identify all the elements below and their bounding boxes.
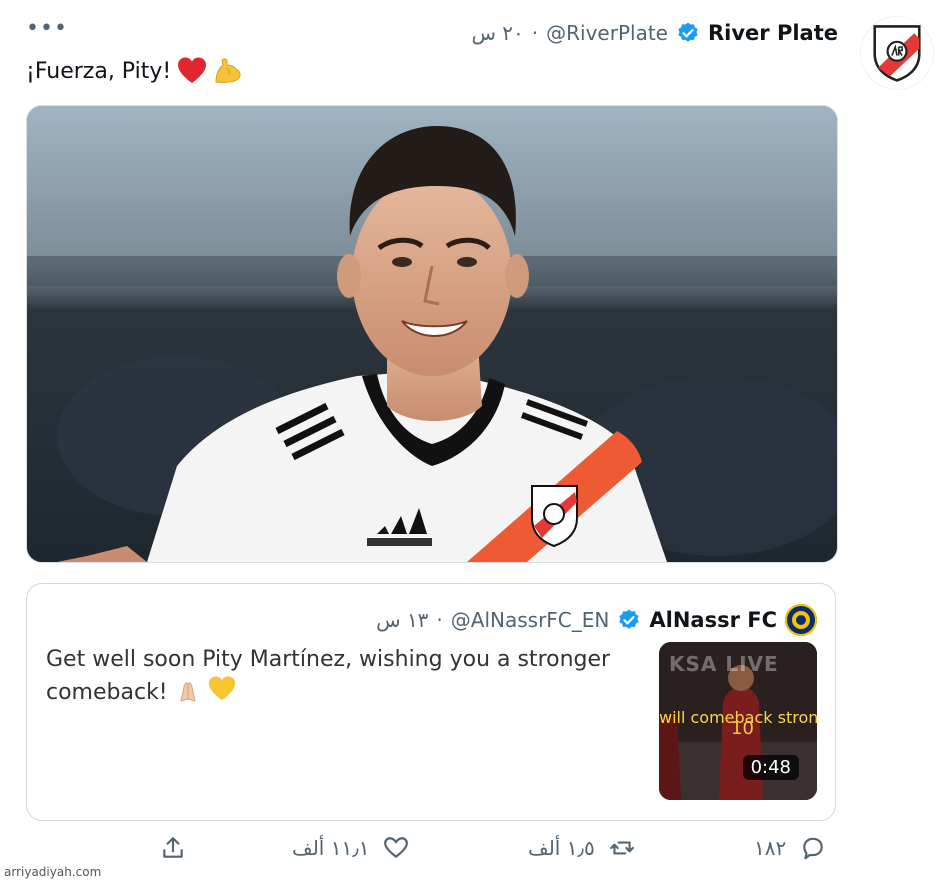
folded-hands-icon xyxy=(175,677,201,712)
alnassr-crest-icon xyxy=(785,604,817,636)
author-name[interactable]: River Plate xyxy=(708,21,838,45)
flexed-biceps-icon xyxy=(213,56,243,86)
yellow-heart-icon xyxy=(208,675,236,712)
reply-icon xyxy=(803,837,823,860)
quoted-author-name[interactable]: AlNassr FC xyxy=(649,608,777,632)
river-plate-avatar[interactable] xyxy=(860,16,934,90)
red-heart-icon xyxy=(177,56,207,86)
tweet-actions: ١١٫١ ألف ١٫٥ ألف ١٨٢ xyxy=(0,835,950,875)
player-photo xyxy=(27,106,837,562)
quoted-tweet[interactable]: ١٣ س · @AlNassrFC_EN AlNassr FC Get well… xyxy=(26,583,836,821)
tweet-time[interactable]: ٢٠ س xyxy=(472,21,524,45)
heart-icon xyxy=(384,837,409,859)
more-options-button[interactable]: ••• xyxy=(26,18,68,40)
quoted-text-content: Get well soon Pity Martínez, wishing you… xyxy=(46,647,611,705)
video-caption: will comeback stron xyxy=(659,708,817,727)
separator-dot: · xyxy=(436,608,443,632)
alnassr-avatar[interactable] xyxy=(785,604,817,636)
share-button[interactable] xyxy=(160,835,186,861)
separator-dot: · xyxy=(531,21,539,45)
tweet-text-content: ¡Fuerza, Pity! xyxy=(26,58,172,84)
share-icon xyxy=(163,837,183,858)
quoted-time[interactable]: ١٣ س xyxy=(376,608,428,632)
tweet-photo[interactable] xyxy=(26,105,838,563)
river-plate-crest-icon xyxy=(873,25,921,82)
retweet-count: ١٫٥ ألف xyxy=(528,836,595,860)
quoted-author-handle[interactable]: @AlNassrFC_EN xyxy=(451,608,610,632)
watermark: arriyadiyah.com xyxy=(4,865,102,879)
quoted-text: Get well soon Pity Martínez, wishing you… xyxy=(46,644,626,712)
author-handle[interactable]: @RiverPlate xyxy=(546,21,668,45)
verified-badge-icon xyxy=(617,608,641,632)
verified-badge-icon xyxy=(676,21,700,45)
like-count: ١١٫١ ألف xyxy=(292,836,370,860)
quoted-video-thumbnail[interactable]: 10 KSA LIVE will comeback stron 0:48 xyxy=(659,642,817,800)
reply-count: ١٨٢ xyxy=(754,836,787,860)
retweet-button[interactable]: ١٫٥ ألف xyxy=(528,835,635,861)
reply-button[interactable]: ١٨٢ xyxy=(754,835,826,861)
tweet-text: ¡Fuerza, Pity! xyxy=(26,56,243,86)
retweet-icon xyxy=(609,841,634,855)
like-button[interactable]: ١١٫١ ألف xyxy=(292,835,409,861)
quoted-header: ١٣ س · @AlNassrFC_EN AlNassr FC xyxy=(376,604,817,636)
tweet-header: ٢٠ س · @RiverPlate River Plate xyxy=(472,18,838,48)
video-duration: 0:48 xyxy=(742,755,799,780)
video-overlay-top: KSA LIVE xyxy=(669,652,779,676)
